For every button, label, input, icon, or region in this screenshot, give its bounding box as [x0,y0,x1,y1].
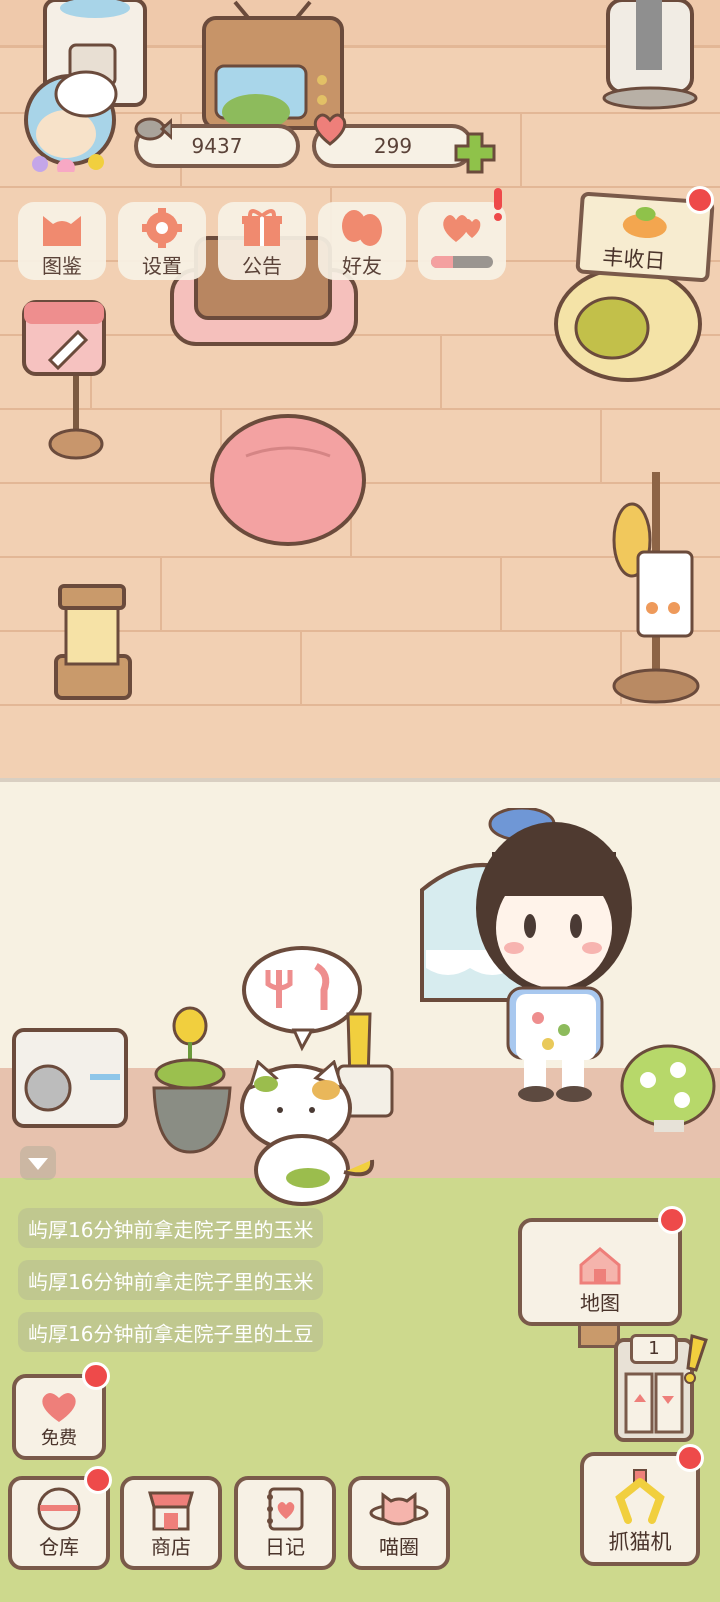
affection-progress-bar [431,256,493,268]
player-avatar[interactable] [16,64,120,177]
cat-circle-label: 喵圈 [379,1535,419,1559]
affection-progress-fill [431,256,454,268]
claw-icon [615,1469,665,1524]
heart-gift-icon [42,1393,76,1422]
log-entry: 屿厚16分钟前拿走院子里的玉米 [18,1208,324,1248]
elevator-floor: 1 [630,1334,678,1364]
calendar-stand-icon[interactable] [20,298,120,466]
diary-icon [267,1487,304,1531]
scratch-post-icon[interactable] [52,582,136,702]
harvest-notification-dot [686,186,714,214]
storage-notification-dot [84,1466,112,1494]
elevator-doors-icon [624,1372,684,1434]
shop-button[interactable]: 商店 [120,1476,222,1570]
storage-label: 仓库 [39,1535,79,1559]
log-entry: 屿厚16分钟前拿走院子里的玉米 [18,1260,324,1300]
menu-friends[interactable]: 好友 [318,202,406,280]
log-collapse-button[interactable] [20,1146,56,1180]
exclamation-icon [494,188,502,221]
menu-announcement-label: 公告 [242,254,282,278]
free-label: 免费 [41,1428,77,1449]
flower-bush-icon[interactable] [618,1040,716,1134]
diary-label: 日记 [265,1535,305,1559]
heart-count: 299 [373,134,413,158]
menu-handbook[interactable]: 图鉴 [18,202,106,280]
fish-count: 9437 [191,134,243,158]
floor-lamp-icon [602,0,698,110]
free-notification-dot [82,1362,110,1390]
claw-notification-dot [676,1444,704,1472]
menu-settings[interactable]: 设置 [118,202,206,280]
menu-settings-label: 设置 [142,254,182,278]
vegetables-icon [622,206,667,239]
cat-planet-icon [369,1492,429,1526]
coat-rack-icon [612,472,700,704]
fish-icon [134,117,172,141]
menu-friends-label: 好友 [342,254,382,278]
avatar-portrait [24,70,118,177]
calico-cat[interactable] [236,1060,386,1208]
add-hearts-button[interactable] [452,130,498,176]
menu-announcement[interactable]: 公告 [218,202,306,280]
map-label: 地图 [580,1291,620,1315]
storage-icon [37,1487,81,1531]
heart-icon [313,113,347,146]
air-conditioner-icon [12,1028,128,1128]
cat-head-icon [43,216,81,246]
map-button[interactable]: 地图 [518,1218,682,1326]
cat-circle-button[interactable]: 喵圈 [348,1476,450,1570]
house-icon [579,1247,621,1285]
elevator-alert-icon [684,1334,708,1384]
diary-button[interactable]: 日记 [234,1476,336,1570]
tulip-pot-icon[interactable] [150,1006,242,1156]
chevron-down-icon [28,1158,48,1170]
log-entry: 屿厚16分钟前拿走院子里的土豆 [18,1312,324,1352]
map-notification-dot [658,1206,686,1234]
claw-machine-label: 抓猫机 [608,1530,672,1554]
friends-icon [342,210,382,246]
hearts-icon [443,215,481,242]
shop-label: 商店 [151,1535,191,1559]
harvest-event-label: 丰收日 [601,245,667,274]
gift-icon [242,209,282,246]
menu-handbook-label: 图鉴 [42,254,82,278]
gear-icon [142,208,182,248]
player-character[interactable] [468,808,638,1106]
shop-icon [148,1491,194,1531]
bean-bag-icon[interactable] [206,410,372,550]
